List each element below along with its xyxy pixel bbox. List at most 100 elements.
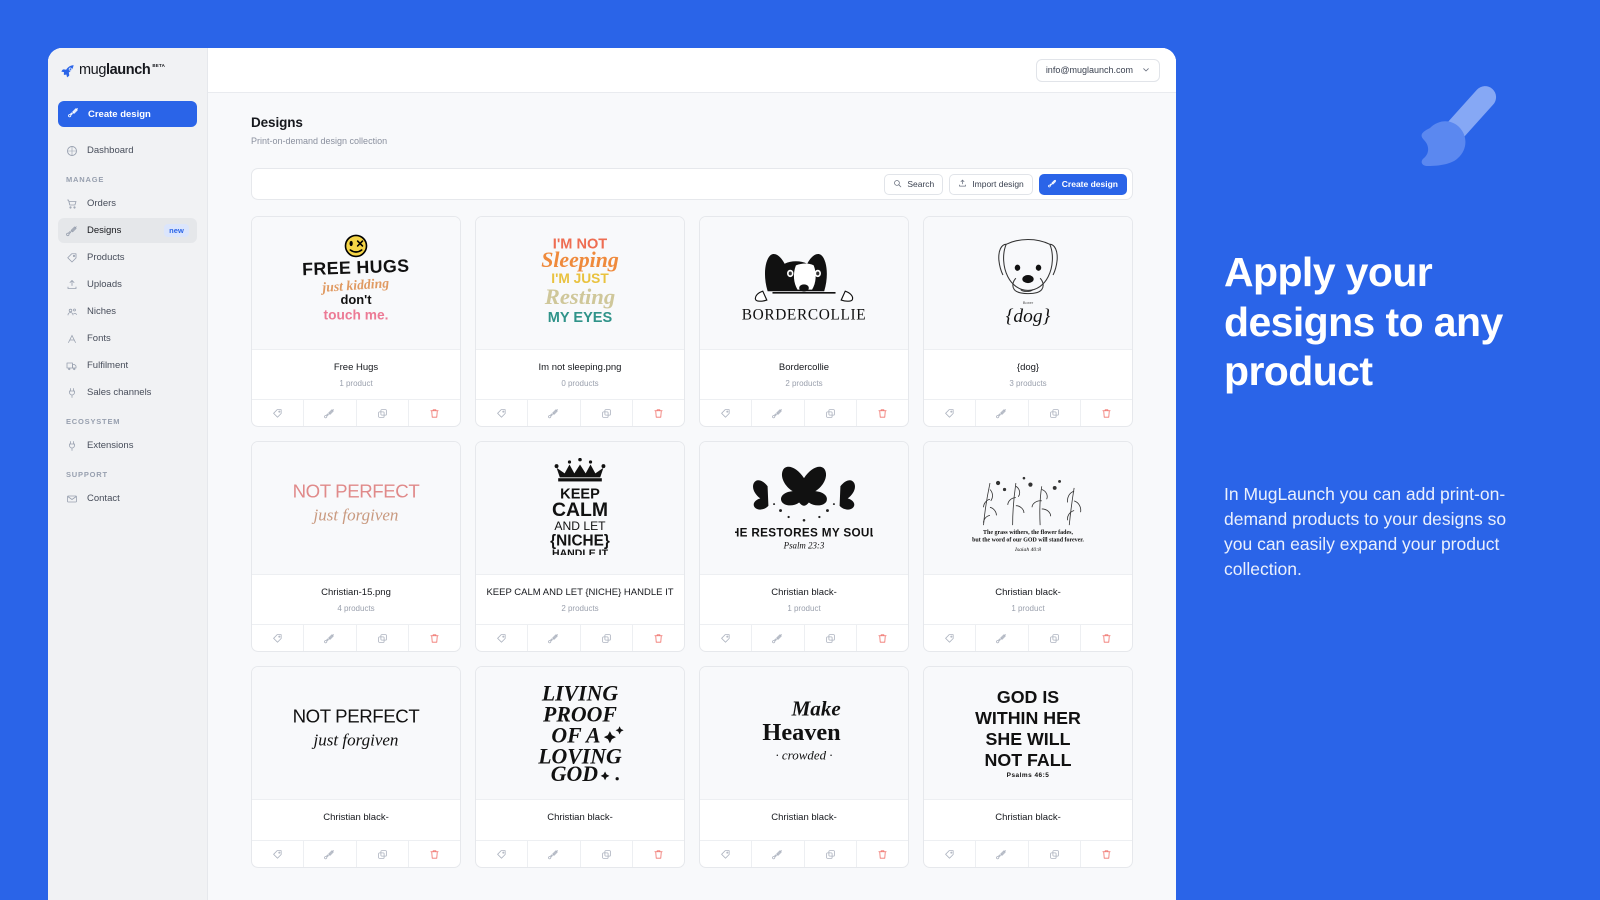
sidebar-item-uploads[interactable]: Uploads — [58, 272, 197, 297]
design-card-actions — [252, 624, 460, 651]
design-thumbnail: HE RESTORES MY SOUL Psalm 23:3 — [700, 442, 908, 575]
duplicate-action[interactable] — [581, 625, 633, 651]
design-card[interactable]: I'M NOT Sleeping I'M JUST Resting MY EYE… — [475, 216, 685, 427]
design-card[interactable]: Make Heaven · crowded · Christian black- — [699, 666, 909, 868]
svg-text:· crowded ·: · crowded · — [775, 747, 832, 762]
edit-action[interactable] — [304, 841, 357, 867]
import-design-button[interactable]: Import design — [949, 173, 1033, 195]
sidebar-item-contact[interactable]: Contact — [58, 486, 197, 511]
tag-action[interactable] — [700, 625, 753, 651]
delete-action[interactable] — [633, 400, 684, 426]
delete-action[interactable] — [409, 841, 460, 867]
duplicate-action[interactable] — [357, 625, 409, 651]
delete-action[interactable] — [409, 625, 460, 651]
edit-action[interactable] — [528, 841, 581, 867]
design-card[interactable]: HE RESTORES MY SOUL Psalm 23:3 Christian… — [699, 441, 909, 652]
svg-text:MY EYES: MY EYES — [548, 309, 613, 325]
svg-text:Boxer: Boxer — [1023, 300, 1034, 305]
sidebar-item-fulfilment[interactable]: Fulfilment — [58, 353, 197, 378]
svg-text:CALM: CALM — [552, 499, 608, 521]
design-card-actions — [924, 840, 1132, 867]
design-meta: Christian black- 1 product — [924, 575, 1132, 624]
edit-action[interactable] — [528, 400, 581, 426]
tag-action[interactable] — [700, 400, 753, 426]
edit-action[interactable] — [976, 400, 1029, 426]
design-card[interactable]: NOT PERFECT just forgiven Christian blac… — [251, 666, 461, 868]
tag-action[interactable] — [924, 841, 977, 867]
design-title: {dog} — [1016, 362, 1040, 373]
account-dropdown[interactable]: info@muglaunch.com — [1035, 58, 1160, 82]
sidebar-item-designs[interactable]: Designs new — [58, 218, 197, 243]
create-design-button[interactable]: Create design — [1038, 173, 1127, 195]
duplicate-action[interactable] — [357, 841, 409, 867]
sidebar-item-label: Uploads — [87, 279, 122, 290]
tag-action[interactable] — [476, 841, 529, 867]
design-card[interactable]: FREE HUGS just kidding don't touch me. F… — [251, 216, 461, 427]
tag-action[interactable] — [924, 625, 977, 651]
edit-action[interactable] — [976, 625, 1029, 651]
delete-action[interactable] — [1081, 625, 1132, 651]
search-button[interactable]: Search — [884, 173, 944, 195]
upload-icon — [958, 179, 967, 190]
svg-text:GOD IS: GOD IS — [997, 686, 1059, 706]
svg-text:{dog}: {dog} — [1006, 305, 1051, 326]
search-button-label: Search — [907, 179, 935, 189]
design-card[interactable]: LIVING PROOF OF A LOVING GOD Christian b… — [475, 666, 685, 868]
tag-action[interactable] — [924, 400, 977, 426]
duplicate-action[interactable] — [805, 625, 857, 651]
svg-text:but the word of our GOD will s: but the word of our GOD will stand forev… — [972, 537, 1084, 543]
app-logo[interactable]: muglaunch BETA — [48, 48, 207, 93]
duplicate-action[interactable] — [805, 400, 857, 426]
sidebar-item-orders[interactable]: Orders — [58, 191, 197, 216]
tag-action[interactable] — [700, 841, 753, 867]
delete-action[interactable] — [633, 625, 684, 651]
tag-action[interactable] — [252, 400, 305, 426]
sidebar-item-sales-channels[interactable]: Sales channels — [58, 380, 197, 405]
delete-action[interactable] — [409, 400, 460, 426]
design-card-actions — [700, 624, 908, 651]
edit-action[interactable] — [976, 841, 1029, 867]
design-card[interactable]: NOT PERFECT just forgiven Christian-15.p… — [251, 441, 461, 652]
tag-action[interactable] — [476, 400, 529, 426]
sidebar-item-dashboard[interactable]: Dashboard — [58, 138, 197, 163]
delete-action[interactable] — [857, 841, 908, 867]
delete-action[interactable] — [857, 625, 908, 651]
tag-action[interactable] — [252, 841, 305, 867]
sidebar-item-niches[interactable]: Niches — [58, 299, 197, 324]
edit-action[interactable] — [304, 400, 357, 426]
design-card[interactable]: Boxer {dog} {dog} 3 products — [923, 216, 1133, 427]
create-design-sidebar-button[interactable]: Create design — [58, 101, 197, 127]
edit-action[interactable] — [752, 841, 805, 867]
edit-action[interactable] — [528, 625, 581, 651]
edit-action[interactable] — [304, 625, 357, 651]
promo-headline: Apply your designs to any product — [1224, 249, 1503, 395]
delete-action[interactable] — [1081, 400, 1132, 426]
duplicate-action[interactable] — [1029, 841, 1081, 867]
design-card[interactable]: KEEP CALM AND LET {NICHE} HANDLE IT KEEP… — [475, 441, 685, 652]
design-card-actions — [700, 399, 908, 426]
duplicate-action[interactable] — [1029, 625, 1081, 651]
design-card[interactable]: GOD IS WITHIN HER SHE WILL NOT FALL Psal… — [923, 666, 1133, 868]
tag-action[interactable] — [252, 625, 305, 651]
duplicate-action[interactable] — [1029, 400, 1081, 426]
design-thumbnail: BORDERCOLLIE — [700, 217, 908, 350]
delete-action[interactable] — [633, 841, 684, 867]
delete-action[interactable] — [857, 400, 908, 426]
duplicate-action[interactable] — [581, 400, 633, 426]
tag-action[interactable] — [476, 625, 529, 651]
delete-action[interactable] — [1081, 841, 1132, 867]
edit-action[interactable] — [752, 400, 805, 426]
duplicate-action[interactable] — [357, 400, 409, 426]
duplicate-action[interactable] — [805, 841, 857, 867]
design-meta: Bordercollie 2 products — [700, 350, 908, 399]
design-card[interactable]: The grass withers, the flower fades, but… — [923, 441, 1133, 652]
app-window: muglaunch BETA Create design Dashboard M… — [48, 48, 1176, 900]
edit-action[interactable] — [752, 625, 805, 651]
sidebar-item-products[interactable]: Products — [58, 245, 197, 270]
sidebar-item-fonts[interactable]: Fonts — [58, 326, 197, 351]
svg-text:{NICHE}: {NICHE} — [550, 532, 610, 549]
design-card[interactable]: BORDERCOLLIE Bordercollie 2 products — [699, 216, 909, 427]
design-meta: {dog} 3 products — [924, 350, 1132, 399]
duplicate-action[interactable] — [581, 841, 633, 867]
sidebar-item-extensions[interactable]: Extensions — [58, 433, 197, 458]
